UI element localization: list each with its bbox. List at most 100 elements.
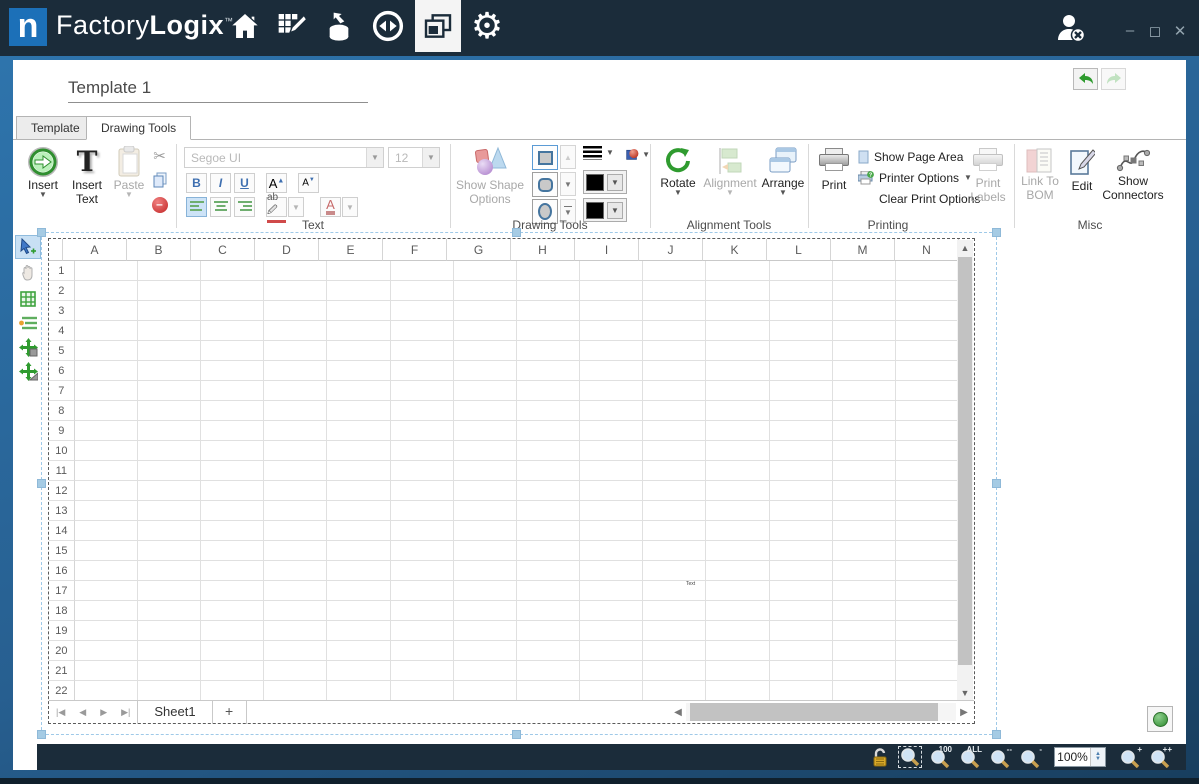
grid-cell[interactable]: [706, 581, 769, 601]
grid-cell[interactable]: [201, 401, 264, 421]
grid-cell[interactable]: [454, 501, 517, 521]
grid-cell[interactable]: [833, 621, 896, 641]
cut-button[interactable]: ✂: [149, 146, 170, 166]
row-header[interactable]: 20: [49, 641, 75, 661]
show-shape-options-button[interactable]: Show Shape Options: [454, 146, 526, 206]
grid-cell[interactable]: [833, 441, 896, 461]
grid-cell[interactable]: [264, 401, 327, 421]
grid-cell[interactable]: [138, 581, 201, 601]
alignment-button[interactable]: Alignment ▼: [702, 146, 758, 196]
grid-cell[interactable]: [391, 441, 454, 461]
grid-cell[interactable]: [770, 421, 833, 441]
grid-cell[interactable]: [833, 321, 896, 341]
grid-cell[interactable]: [833, 561, 896, 581]
canvas-text-object[interactable]: Text: [686, 581, 695, 587]
align-center-button[interactable]: [210, 197, 231, 217]
vertical-scrollbar[interactable]: ▲ ▼: [957, 240, 973, 701]
grid-cell[interactable]: [643, 521, 706, 541]
row-header[interactable]: 16: [49, 561, 75, 581]
grid-cell[interactable]: [454, 461, 517, 481]
close-button[interactable]: ✕: [1169, 22, 1191, 40]
grid-cell[interactable]: [264, 261, 327, 281]
grid-cell[interactable]: [138, 321, 201, 341]
grid-cell[interactable]: [391, 381, 454, 401]
grid-cell[interactable]: [454, 261, 517, 281]
row-header[interactable]: 19: [49, 621, 75, 641]
grid-cell[interactable]: [706, 361, 769, 381]
grid-cell[interactable]: [896, 281, 959, 301]
grid-cell[interactable]: [896, 501, 959, 521]
row-header[interactable]: 8: [49, 401, 75, 421]
column-header[interactable]: C: [191, 239, 255, 261]
select-all-corner[interactable]: [49, 239, 63, 261]
grid-cell[interactable]: [391, 581, 454, 601]
grid-cell[interactable]: [706, 601, 769, 621]
column-header[interactable]: K: [703, 239, 767, 261]
grid-cell[interactable]: [391, 621, 454, 641]
grid-cell[interactable]: [201, 261, 264, 281]
grid-cell[interactable]: [454, 521, 517, 541]
grid-cell[interactable]: [75, 661, 138, 681]
font-color-button[interactable]: A: [320, 197, 341, 217]
lock-zoom-button[interactable]: [868, 746, 892, 768]
grid-cell[interactable]: [454, 321, 517, 341]
grid-cell[interactable]: [264, 301, 327, 321]
grid-cell[interactable]: [706, 401, 769, 421]
zoom-spinner[interactable]: ▲▼: [1090, 748, 1105, 766]
row-header[interactable]: 10: [49, 441, 75, 461]
grid-cell[interactable]: [138, 501, 201, 521]
shape-list-up-button[interactable]: ▲: [560, 145, 576, 169]
grid-cell[interactable]: [770, 681, 833, 701]
column-header[interactable]: J: [639, 239, 703, 261]
grid-cell[interactable]: [201, 381, 264, 401]
grid-cell[interactable]: [75, 401, 138, 421]
grid-cell[interactable]: [201, 441, 264, 461]
column-header[interactable]: H: [511, 239, 575, 261]
grid-cell[interactable]: [517, 521, 580, 541]
grid-cell[interactable]: [580, 561, 643, 581]
grid-cell[interactable]: [327, 321, 390, 341]
grid-cell[interactable]: [517, 321, 580, 341]
row-header[interactable]: 21: [49, 661, 75, 681]
grid-cell[interactable]: [264, 421, 327, 441]
nav-templates-button[interactable]: [415, 0, 461, 52]
grid-cell[interactable]: [138, 281, 201, 301]
grid-cell[interactable]: [201, 341, 264, 361]
list-tool-button[interactable]: [15, 311, 41, 335]
grid-cell[interactable]: [517, 341, 580, 361]
grid-cell[interactable]: [264, 601, 327, 621]
grid-cell[interactable]: [770, 261, 833, 281]
grid-cell[interactable]: [833, 581, 896, 601]
grid-cell[interactable]: [264, 481, 327, 501]
printer-options-button[interactable]: ? Printer Options ▼: [858, 167, 980, 188]
grid-cell[interactable]: [75, 321, 138, 341]
bold-button[interactable]: B: [186, 173, 207, 193]
grid-cell[interactable]: [264, 321, 327, 341]
grid-cell[interactable]: [327, 581, 390, 601]
grid-cell[interactable]: [327, 661, 390, 681]
grid-cell[interactable]: [201, 461, 264, 481]
row-header[interactable]: 11: [49, 461, 75, 481]
grid-cell[interactable]: [833, 541, 896, 561]
grid-cell[interactable]: [138, 401, 201, 421]
grid-cell[interactable]: [770, 661, 833, 681]
grid-cell[interactable]: [833, 281, 896, 301]
grid-cell[interactable]: [391, 641, 454, 661]
row-header[interactable]: 3: [49, 301, 75, 321]
grid-cell[interactable]: [138, 381, 201, 401]
grid-cell[interactable]: [643, 601, 706, 621]
insert-text-button[interactable]: T Insert Text: [65, 146, 109, 206]
insert-table-tool-button[interactable]: [15, 287, 41, 311]
nav-settings-button[interactable]: ⚙: [464, 0, 510, 52]
grid-cell[interactable]: [517, 681, 580, 701]
grid-cell[interactable]: [264, 501, 327, 521]
grid-cell[interactable]: [264, 641, 327, 661]
grid-cell[interactable]: [580, 281, 643, 301]
grid-cell[interactable]: [580, 641, 643, 661]
nav-home-button[interactable]: [222, 0, 268, 52]
grid-cell[interactable]: [391, 321, 454, 341]
grid-cell[interactable]: [896, 581, 959, 601]
grid-cell[interactable]: [833, 421, 896, 441]
underline-button[interactable]: U: [234, 173, 255, 193]
column-header[interactable]: G: [447, 239, 511, 261]
